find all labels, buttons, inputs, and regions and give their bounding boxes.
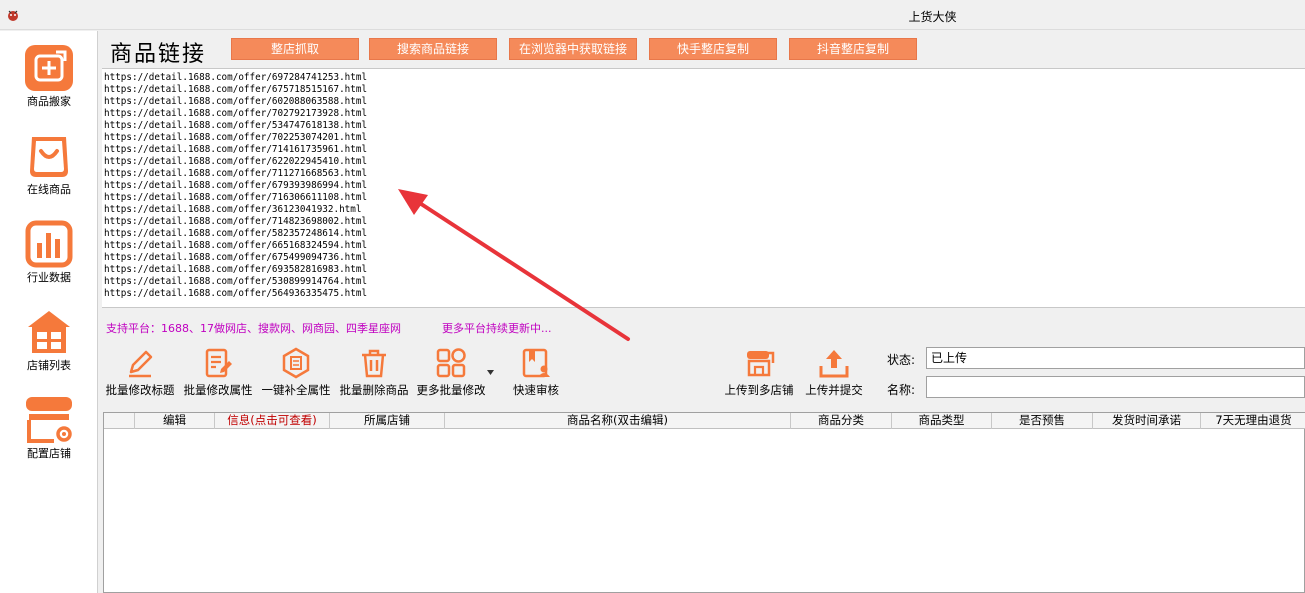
name-label: 名称: (887, 383, 916, 397)
url-line: https://detail.1688.com/offer/5308999147… (104, 276, 368, 287)
kuaishou-store-copy-button[interactable]: 快手整店复制 (649, 38, 777, 60)
grid-apps-icon (436, 348, 466, 378)
url-line: https://detail.1688.com/offer/7022530742… (104, 132, 368, 143)
search-product-links-button[interactable]: 搜索商品链接 (369, 38, 497, 60)
sidebar-item-label: 店铺列表 (27, 359, 71, 372)
table-header: 编辑 信息(点击可查看) 所属店铺 商品名称(双击编辑) 商品分类 商品类型 是… (104, 413, 1305, 429)
sidebar-item-configure-store[interactable]: 配置店铺 (0, 387, 98, 473)
document-edit-icon (205, 348, 232, 378)
title-bar: 上货大侠 (0, 0, 1305, 30)
col-info[interactable]: 信息(点击可查看) (215, 413, 330, 429)
page-title: 商品链接 (110, 42, 207, 67)
more-platforms-text: 更多平台持续更新中... (442, 322, 552, 335)
url-line: https://detail.1688.com/offer/7112716685… (104, 168, 368, 179)
name-input[interactable] (926, 376, 1305, 398)
url-line: https://detail.1688.com/offer/5649363354… (104, 288, 368, 299)
sidebar-item-industry-data[interactable]: 行业数据 (0, 211, 98, 297)
status-select[interactable]: 已上传 (926, 347, 1305, 369)
status-label: 状态: (887, 353, 916, 367)
tool-label: 上传到多店铺 (724, 383, 794, 397)
whole-store-crawl-button[interactable]: 整店抓取 (231, 38, 359, 60)
tool-label: 更多批量修改 (416, 383, 486, 397)
sidebar-item-label: 配置店铺 (27, 447, 71, 460)
store-settings-icon (26, 397, 72, 443)
tool-label: 批量修改标题 (105, 383, 175, 397)
col-presale[interactable]: 是否预售 (992, 413, 1093, 429)
url-line: https://detail.1688.com/offer/3612304193… (104, 204, 362, 215)
fill-attributes-button[interactable]: 一键补全属性 (258, 347, 334, 399)
sidebar-item-store-list[interactable]: 店铺列表 (0, 299, 98, 385)
badge-document-icon (282, 347, 310, 379)
col-7day-return[interactable]: 7天无理由退货 (1201, 413, 1305, 429)
batch-edit-title-button[interactable]: 批量修改标题 (102, 347, 178, 399)
url-line: https://detail.1688.com/offer/6757185151… (104, 84, 368, 95)
window-title: 上货大侠 (908, 10, 957, 24)
sidebar-item-label: 行业数据 (27, 271, 71, 284)
products-table[interactable]: 编辑 信息(点击可查看) 所属店铺 商品名称(双击编辑) 商品分类 商品类型 是… (103, 412, 1305, 593)
supported-platforms-text: 支持平台：1688、17做网店、搜款网、网商园、四季星座网 (106, 322, 401, 335)
url-line: https://detail.1688.com/offer/6651683245… (104, 240, 368, 251)
col-ship-time[interactable]: 发货时间承诺 (1093, 413, 1201, 429)
sidebar-item-label: 在线商品 (27, 183, 71, 196)
col-category[interactable]: 商品分类 (791, 413, 892, 429)
more-batch-edit-button[interactable]: 更多批量修改 (413, 347, 489, 399)
upload-multi-store-button[interactable]: 上传到多店铺 (721, 347, 797, 399)
store-icon (28, 311, 70, 353)
dropdown-caret-icon[interactable] (487, 370, 494, 375)
batch-edit-attributes-button[interactable]: 批量修改属性 (180, 347, 256, 399)
sidebar: 商品搬家 在线商品 行业数据 店铺列表 配置店铺 (0, 31, 98, 593)
sidebar-item-move-products[interactable]: 商品搬家 (0, 35, 98, 121)
col-product-name[interactable]: 商品名称(双击编辑) (445, 413, 791, 429)
url-line: https://detail.1688.com/offer/5823572486… (104, 228, 368, 239)
product-links-textarea[interactable]: https://detail.1688.com/offer/6972847412… (102, 68, 1305, 308)
douyin-store-copy-button[interactable]: 抖音整店复制 (789, 38, 917, 60)
url-line: https://detail.1688.com/offer/6220229454… (104, 156, 368, 167)
url-line: https://detail.1688.com/offer/7148236980… (104, 216, 368, 227)
stores-upload-icon (747, 351, 775, 377)
tool-label: 批量修改属性 (183, 383, 253, 397)
url-line: https://detail.1688.com/offer/6972847412… (104, 72, 368, 83)
url-line: https://detail.1688.com/offer/7027921739… (104, 108, 368, 119)
trash-icon (362, 349, 386, 378)
url-line: https://detail.1688.com/offer/6935828169… (104, 264, 368, 275)
main-panel: 商品链接 整店抓取 搜索商品链接 在浏览器中获取链接 快手整店复制 抖音整店复制… (100, 31, 1305, 593)
url-line: https://detail.1688.com/offer/6020880635… (104, 96, 368, 107)
url-line: https://detail.1688.com/offer/7141617359… (104, 144, 368, 155)
sidebar-item-label: 商品搬家 (27, 95, 71, 108)
url-line: https://detail.1688.com/offer/6754990947… (104, 252, 368, 263)
tool-label: 快速审核 (513, 383, 559, 397)
upload-tray-icon (819, 350, 849, 378)
batch-delete-button[interactable]: 批量删除商品 (336, 347, 412, 399)
bar-chart-icon (25, 220, 73, 268)
quick-review-button[interactable]: 快速审核 (498, 347, 574, 399)
sidebar-item-online-products[interactable]: 在线商品 (0, 123, 98, 209)
col-edit[interactable]: 编辑 (135, 413, 215, 429)
pencil-icon (129, 350, 153, 378)
shopping-bag-icon (30, 137, 68, 177)
url-line: https://detail.1688.com/offer/5347476181… (104, 120, 368, 131)
col-checkbox[interactable] (104, 413, 135, 429)
col-type[interactable]: 商品类型 (892, 413, 992, 429)
col-store[interactable]: 所属店铺 (330, 413, 445, 429)
upload-and-submit-button[interactable]: 上传并提交 (796, 347, 872, 399)
move-products-icon (25, 45, 73, 91)
url-line: https://detail.1688.com/offer/7163066111… (104, 192, 368, 203)
tool-label: 批量删除商品 (339, 383, 409, 397)
browser-get-links-button[interactable]: 在浏览器中获取链接 (509, 38, 637, 60)
book-user-icon (522, 348, 550, 378)
url-line: https://detail.1688.com/offer/6793939869… (104, 180, 368, 191)
tool-label: 上传并提交 (805, 383, 863, 397)
tool-label: 一键补全属性 (261, 383, 331, 397)
